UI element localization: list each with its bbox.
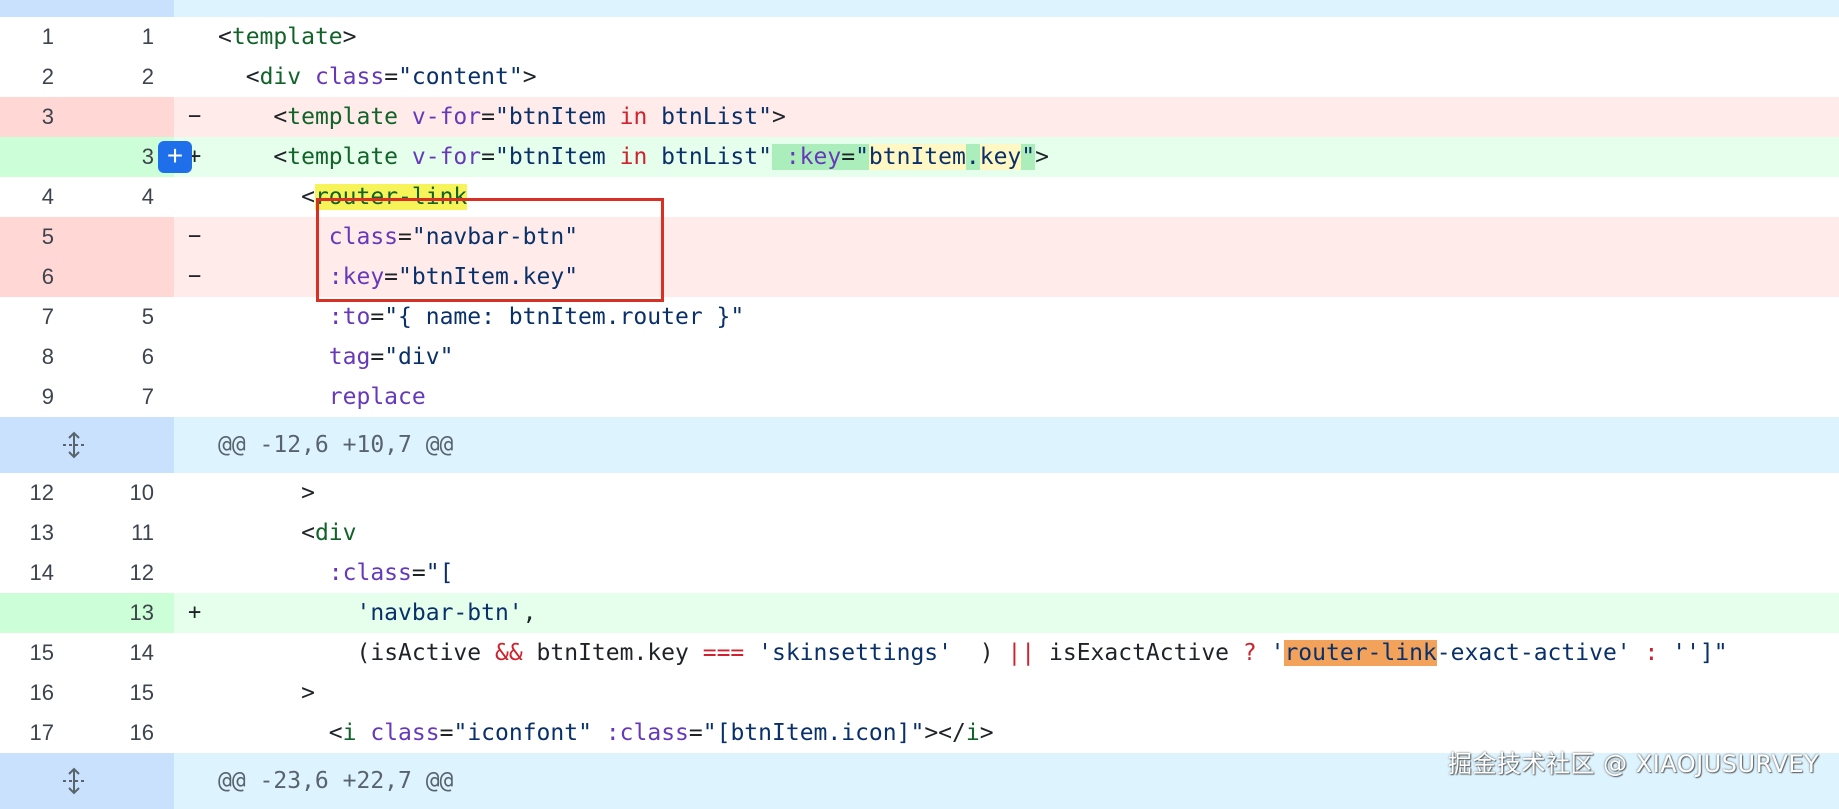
code-line: (isActive && btnItem.key === 'skinsettin… [356,640,1728,666]
code-line: :to="{ name: btnItem.router }" [328,304,745,330]
new-line-number[interactable]: 7 [90,377,154,417]
diff-sign: − [188,264,202,289]
code-line: replace [328,384,426,410]
new-line-number[interactable]: 12 [90,553,154,593]
code-line: <i class="iconfont" :class="[btnItem.ico… [328,720,994,746]
new-line-number[interactable] [90,257,154,297]
new-line-number[interactable]: 11 [90,513,154,553]
diff-line: 8 6 tag="div" [0,337,1839,377]
new-line-number[interactable]: 5 [90,297,154,337]
code-line: <div class="content"> [245,64,537,90]
code-line: tag="div" [328,344,454,370]
diff-sign: − [188,224,202,249]
old-line-number[interactable]: 15 [0,633,54,673]
new-line-number[interactable]: 15 [90,673,154,713]
new-line-number[interactable]: 1 [90,17,154,57]
new-line-number[interactable]: 4 [90,177,154,217]
diff-line-deleted: 3 − <template v-for="btnItem in btnList"… [0,97,1839,137]
new-line-number[interactable]: 10 [90,473,154,513]
new-line-number[interactable] [90,97,154,137]
diff-line-added: 3 + <template v-for="btnItem in btnList"… [0,137,1839,177]
new-line-number[interactable]: 13 [90,593,154,633]
code-line: > [301,480,315,506]
diff-line: 2 2 <div class="content"> [0,57,1839,97]
diff-line: 16 15 > [0,673,1839,713]
code-line: 'navbar-btn', [356,600,537,626]
old-line-number[interactable]: 14 [0,553,54,593]
watermark: 掘金技术社区 @ XIAOJUSURVEY [1448,750,1820,778]
diff-line: 7 5 :to="{ name: btnItem.router }" [0,297,1839,337]
new-line-number[interactable] [90,217,154,257]
add-comment-button[interactable]: + [158,141,192,173]
diff-line: 13 11 <div [0,513,1839,553]
hunk-header-text: @@ -12,6 +10,7 @@ [218,432,454,458]
diff-line: 4 4 <router-link [0,177,1839,217]
old-line-number[interactable]: 4 [0,177,54,217]
old-line-number[interactable]: 17 [0,713,54,753]
old-line-number[interactable]: 16 [0,673,54,713]
diff-line: 15 14 (isActive && btnItem.key === 'skin… [0,633,1839,673]
new-line-number[interactable]: 6 [90,337,154,377]
code-line: <div [301,520,357,546]
hunk-header-top[interactable] [0,0,1839,17]
new-line-number[interactable]: 3 [90,137,154,177]
hunk-gutter [0,0,174,17]
expand-icon[interactable] [60,431,88,459]
old-line-number[interactable] [0,137,54,177]
diff-line: 9 7 replace [0,377,1839,417]
expand-icon[interactable] [60,767,88,795]
diff-sign: + [188,600,202,625]
new-line-number[interactable]: 14 [90,633,154,673]
hunk-header-text: @@ -23,6 +22,7 @@ [218,768,454,794]
old-line-number[interactable]: 9 [0,377,54,417]
diff-line-deleted: 5 − class="navbar-btn" [0,217,1839,257]
old-line-number[interactable] [0,593,54,633]
old-line-number[interactable]: 6 [0,257,54,297]
old-line-number[interactable]: 8 [0,337,54,377]
old-line-number[interactable]: 3 [0,97,54,137]
new-line-number[interactable]: 16 [90,713,154,753]
old-line-number[interactable]: 1 [0,17,54,57]
old-line-number[interactable]: 7 [0,297,54,337]
diff-line: 14 12 :class="[ [0,553,1839,593]
code-line: <template v-for="btnItem in btnList"> [273,104,786,130]
old-line-number[interactable]: 12 [0,473,54,513]
diff-line-added: 13 + 'navbar-btn', [0,593,1839,633]
diff-view: 1 1 <template> 2 2 <div class="content">… [0,0,1839,809]
diff-line-deleted: 6 − :key="btnItem.key" [0,257,1839,297]
code-line: > [301,680,315,706]
diff-sign: − [188,104,202,129]
old-line-number[interactable]: 13 [0,513,54,553]
old-line-number[interactable]: 5 [0,217,54,257]
hunk-header[interactable]: @@ -12,6 +10,7 @@ [0,417,1839,473]
code-line: <template> [218,24,357,50]
code-line: :class="[ [328,560,454,586]
annotation-highlight-box [316,198,664,302]
diff-line: 12 10 > [0,473,1839,513]
diff-line: 1 1 <template> [0,17,1839,57]
old-line-number[interactable]: 2 [0,57,54,97]
code-line: <template v-for="btnItem in btnList" :ke… [273,144,1049,170]
new-line-number[interactable]: 2 [90,57,154,97]
